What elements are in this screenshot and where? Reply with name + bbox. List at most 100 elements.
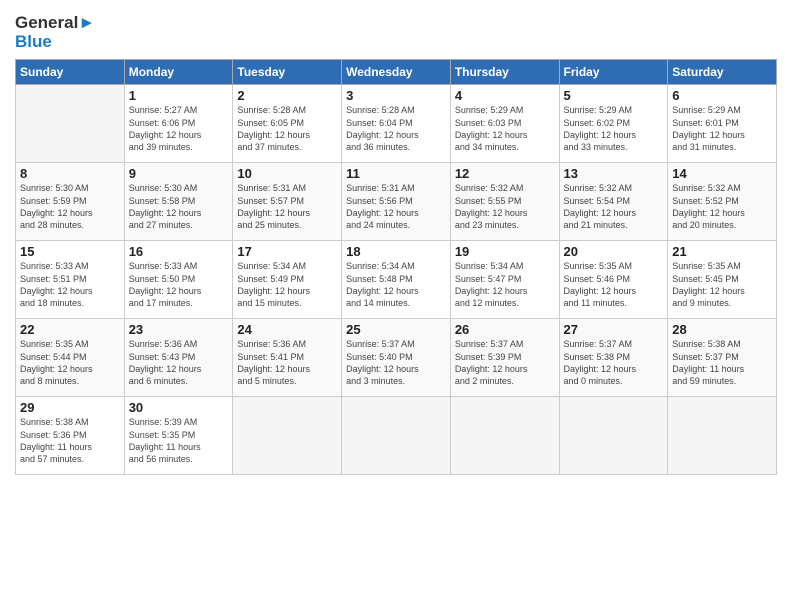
day-number: 17 — [237, 244, 337, 259]
day-number: 8 — [20, 166, 120, 181]
calendar-cell: 18Sunrise: 5:34 AMSunset: 5:48 PMDayligh… — [342, 241, 451, 319]
day-info: Sunrise: 5:37 AMSunset: 5:40 PMDaylight:… — [346, 338, 446, 387]
day-number: 21 — [672, 244, 772, 259]
day-info: Sunrise: 5:32 AMSunset: 5:55 PMDaylight:… — [455, 182, 555, 231]
calendar-cell: 14Sunrise: 5:32 AMSunset: 5:52 PMDayligh… — [668, 163, 777, 241]
calendar-cell: 20Sunrise: 5:35 AMSunset: 5:46 PMDayligh… — [559, 241, 668, 319]
calendar-cell: 17Sunrise: 5:34 AMSunset: 5:49 PMDayligh… — [233, 241, 342, 319]
day-info: Sunrise: 5:30 AMSunset: 5:59 PMDaylight:… — [20, 182, 120, 231]
day-info: Sunrise: 5:29 AMSunset: 6:03 PMDaylight:… — [455, 104, 555, 153]
header-row: Sunday Monday Tuesday Wednesday Thursday… — [16, 60, 777, 85]
calendar-cell: 27Sunrise: 5:37 AMSunset: 5:38 PMDayligh… — [559, 319, 668, 397]
calendar-cell: 5Sunrise: 5:29 AMSunset: 6:02 PMDaylight… — [559, 85, 668, 163]
day-info: Sunrise: 5:35 AMSunset: 5:46 PMDaylight:… — [564, 260, 664, 309]
day-info: Sunrise: 5:32 AMSunset: 5:52 PMDaylight:… — [672, 182, 772, 231]
day-number: 10 — [237, 166, 337, 181]
day-number: 22 — [20, 322, 120, 337]
day-number: 23 — [129, 322, 229, 337]
calendar-cell: 28Sunrise: 5:38 AMSunset: 5:37 PMDayligh… — [668, 319, 777, 397]
day-info: Sunrise: 5:28 AMSunset: 6:04 PMDaylight:… — [346, 104, 446, 153]
day-number: 27 — [564, 322, 664, 337]
day-info: Sunrise: 5:34 AMSunset: 5:47 PMDaylight:… — [455, 260, 555, 309]
calendar-cell: 25Sunrise: 5:37 AMSunset: 5:40 PMDayligh… — [342, 319, 451, 397]
calendar-cell — [450, 397, 559, 475]
day-number: 2 — [237, 88, 337, 103]
col-thursday: Thursday — [450, 60, 559, 85]
day-info: Sunrise: 5:28 AMSunset: 6:05 PMDaylight:… — [237, 104, 337, 153]
col-saturday: Saturday — [668, 60, 777, 85]
calendar-cell: 10Sunrise: 5:31 AMSunset: 5:57 PMDayligh… — [233, 163, 342, 241]
day-info: Sunrise: 5:35 AMSunset: 5:45 PMDaylight:… — [672, 260, 772, 309]
calendar-cell: 30Sunrise: 5:39 AMSunset: 5:35 PMDayligh… — [124, 397, 233, 475]
calendar-cell: 6Sunrise: 5:29 AMSunset: 6:01 PMDaylight… — [668, 85, 777, 163]
calendar-cell: 8Sunrise: 5:30 AMSunset: 5:59 PMDaylight… — [16, 163, 125, 241]
col-wednesday: Wednesday — [342, 60, 451, 85]
calendar-container: General► Blue Sunday Monday Tuesday Wedn… — [0, 0, 792, 485]
calendar-cell — [559, 397, 668, 475]
day-number: 12 — [455, 166, 555, 181]
day-info: Sunrise: 5:29 AMSunset: 6:01 PMDaylight:… — [672, 104, 772, 153]
col-sunday: Sunday — [16, 60, 125, 85]
week-row-4: 29Sunrise: 5:38 AMSunset: 5:36 PMDayligh… — [16, 397, 777, 475]
day-info: Sunrise: 5:34 AMSunset: 5:49 PMDaylight:… — [237, 260, 337, 309]
day-number: 13 — [564, 166, 664, 181]
day-info: Sunrise: 5:38 AMSunset: 5:37 PMDaylight:… — [672, 338, 772, 387]
calendar-cell: 16Sunrise: 5:33 AMSunset: 5:50 PMDayligh… — [124, 241, 233, 319]
day-info: Sunrise: 5:31 AMSunset: 5:57 PMDaylight:… — [237, 182, 337, 231]
day-info: Sunrise: 5:39 AMSunset: 5:35 PMDaylight:… — [129, 416, 229, 465]
header: General► Blue — [15, 10, 777, 51]
week-row-0: 1Sunrise: 5:27 AMSunset: 6:06 PMDaylight… — [16, 85, 777, 163]
calendar-cell: 9Sunrise: 5:30 AMSunset: 5:58 PMDaylight… — [124, 163, 233, 241]
day-info: Sunrise: 5:36 AMSunset: 5:41 PMDaylight:… — [237, 338, 337, 387]
calendar-cell — [342, 397, 451, 475]
calendar-cell: 19Sunrise: 5:34 AMSunset: 5:47 PMDayligh… — [450, 241, 559, 319]
day-number: 24 — [237, 322, 337, 337]
calendar-cell: 22Sunrise: 5:35 AMSunset: 5:44 PMDayligh… — [16, 319, 125, 397]
week-row-2: 15Sunrise: 5:33 AMSunset: 5:51 PMDayligh… — [16, 241, 777, 319]
calendar-cell: 24Sunrise: 5:36 AMSunset: 5:41 PMDayligh… — [233, 319, 342, 397]
calendar-cell: 15Sunrise: 5:33 AMSunset: 5:51 PMDayligh… — [16, 241, 125, 319]
day-info: Sunrise: 5:36 AMSunset: 5:43 PMDaylight:… — [129, 338, 229, 387]
day-number: 26 — [455, 322, 555, 337]
day-number: 4 — [455, 88, 555, 103]
day-number: 29 — [20, 400, 120, 415]
calendar-cell: 2Sunrise: 5:28 AMSunset: 6:05 PMDaylight… — [233, 85, 342, 163]
logo: General► Blue — [15, 14, 95, 51]
day-info: Sunrise: 5:38 AMSunset: 5:36 PMDaylight:… — [20, 416, 120, 465]
day-number: 14 — [672, 166, 772, 181]
day-info: Sunrise: 5:29 AMSunset: 6:02 PMDaylight:… — [564, 104, 664, 153]
day-info: Sunrise: 5:35 AMSunset: 5:44 PMDaylight:… — [20, 338, 120, 387]
calendar-cell — [668, 397, 777, 475]
day-number: 30 — [129, 400, 229, 415]
calendar-cell: 23Sunrise: 5:36 AMSunset: 5:43 PMDayligh… — [124, 319, 233, 397]
day-number: 18 — [346, 244, 446, 259]
calendar-cell: 21Sunrise: 5:35 AMSunset: 5:45 PMDayligh… — [668, 241, 777, 319]
day-info: Sunrise: 5:37 AMSunset: 5:38 PMDaylight:… — [564, 338, 664, 387]
day-info: Sunrise: 5:30 AMSunset: 5:58 PMDaylight:… — [129, 182, 229, 231]
calendar-cell: 26Sunrise: 5:37 AMSunset: 5:39 PMDayligh… — [450, 319, 559, 397]
day-number: 19 — [455, 244, 555, 259]
calendar-cell — [16, 85, 125, 163]
week-row-1: 8Sunrise: 5:30 AMSunset: 5:59 PMDaylight… — [16, 163, 777, 241]
week-row-3: 22Sunrise: 5:35 AMSunset: 5:44 PMDayligh… — [16, 319, 777, 397]
day-number: 3 — [346, 88, 446, 103]
calendar-cell: 29Sunrise: 5:38 AMSunset: 5:36 PMDayligh… — [16, 397, 125, 475]
calendar-cell — [233, 397, 342, 475]
day-number: 20 — [564, 244, 664, 259]
day-number: 25 — [346, 322, 446, 337]
calendar-cell: 3Sunrise: 5:28 AMSunset: 6:04 PMDaylight… — [342, 85, 451, 163]
day-info: Sunrise: 5:33 AMSunset: 5:51 PMDaylight:… — [20, 260, 120, 309]
day-number: 1 — [129, 88, 229, 103]
day-number: 5 — [564, 88, 664, 103]
calendar-table: Sunday Monday Tuesday Wednesday Thursday… — [15, 59, 777, 475]
day-number: 16 — [129, 244, 229, 259]
day-info: Sunrise: 5:31 AMSunset: 5:56 PMDaylight:… — [346, 182, 446, 231]
day-number: 15 — [20, 244, 120, 259]
day-number: 28 — [672, 322, 772, 337]
calendar-cell: 4Sunrise: 5:29 AMSunset: 6:03 PMDaylight… — [450, 85, 559, 163]
day-info: Sunrise: 5:27 AMSunset: 6:06 PMDaylight:… — [129, 104, 229, 153]
day-info: Sunrise: 5:34 AMSunset: 5:48 PMDaylight:… — [346, 260, 446, 309]
col-tuesday: Tuesday — [233, 60, 342, 85]
day-info: Sunrise: 5:37 AMSunset: 5:39 PMDaylight:… — [455, 338, 555, 387]
day-info: Sunrise: 5:32 AMSunset: 5:54 PMDaylight:… — [564, 182, 664, 231]
